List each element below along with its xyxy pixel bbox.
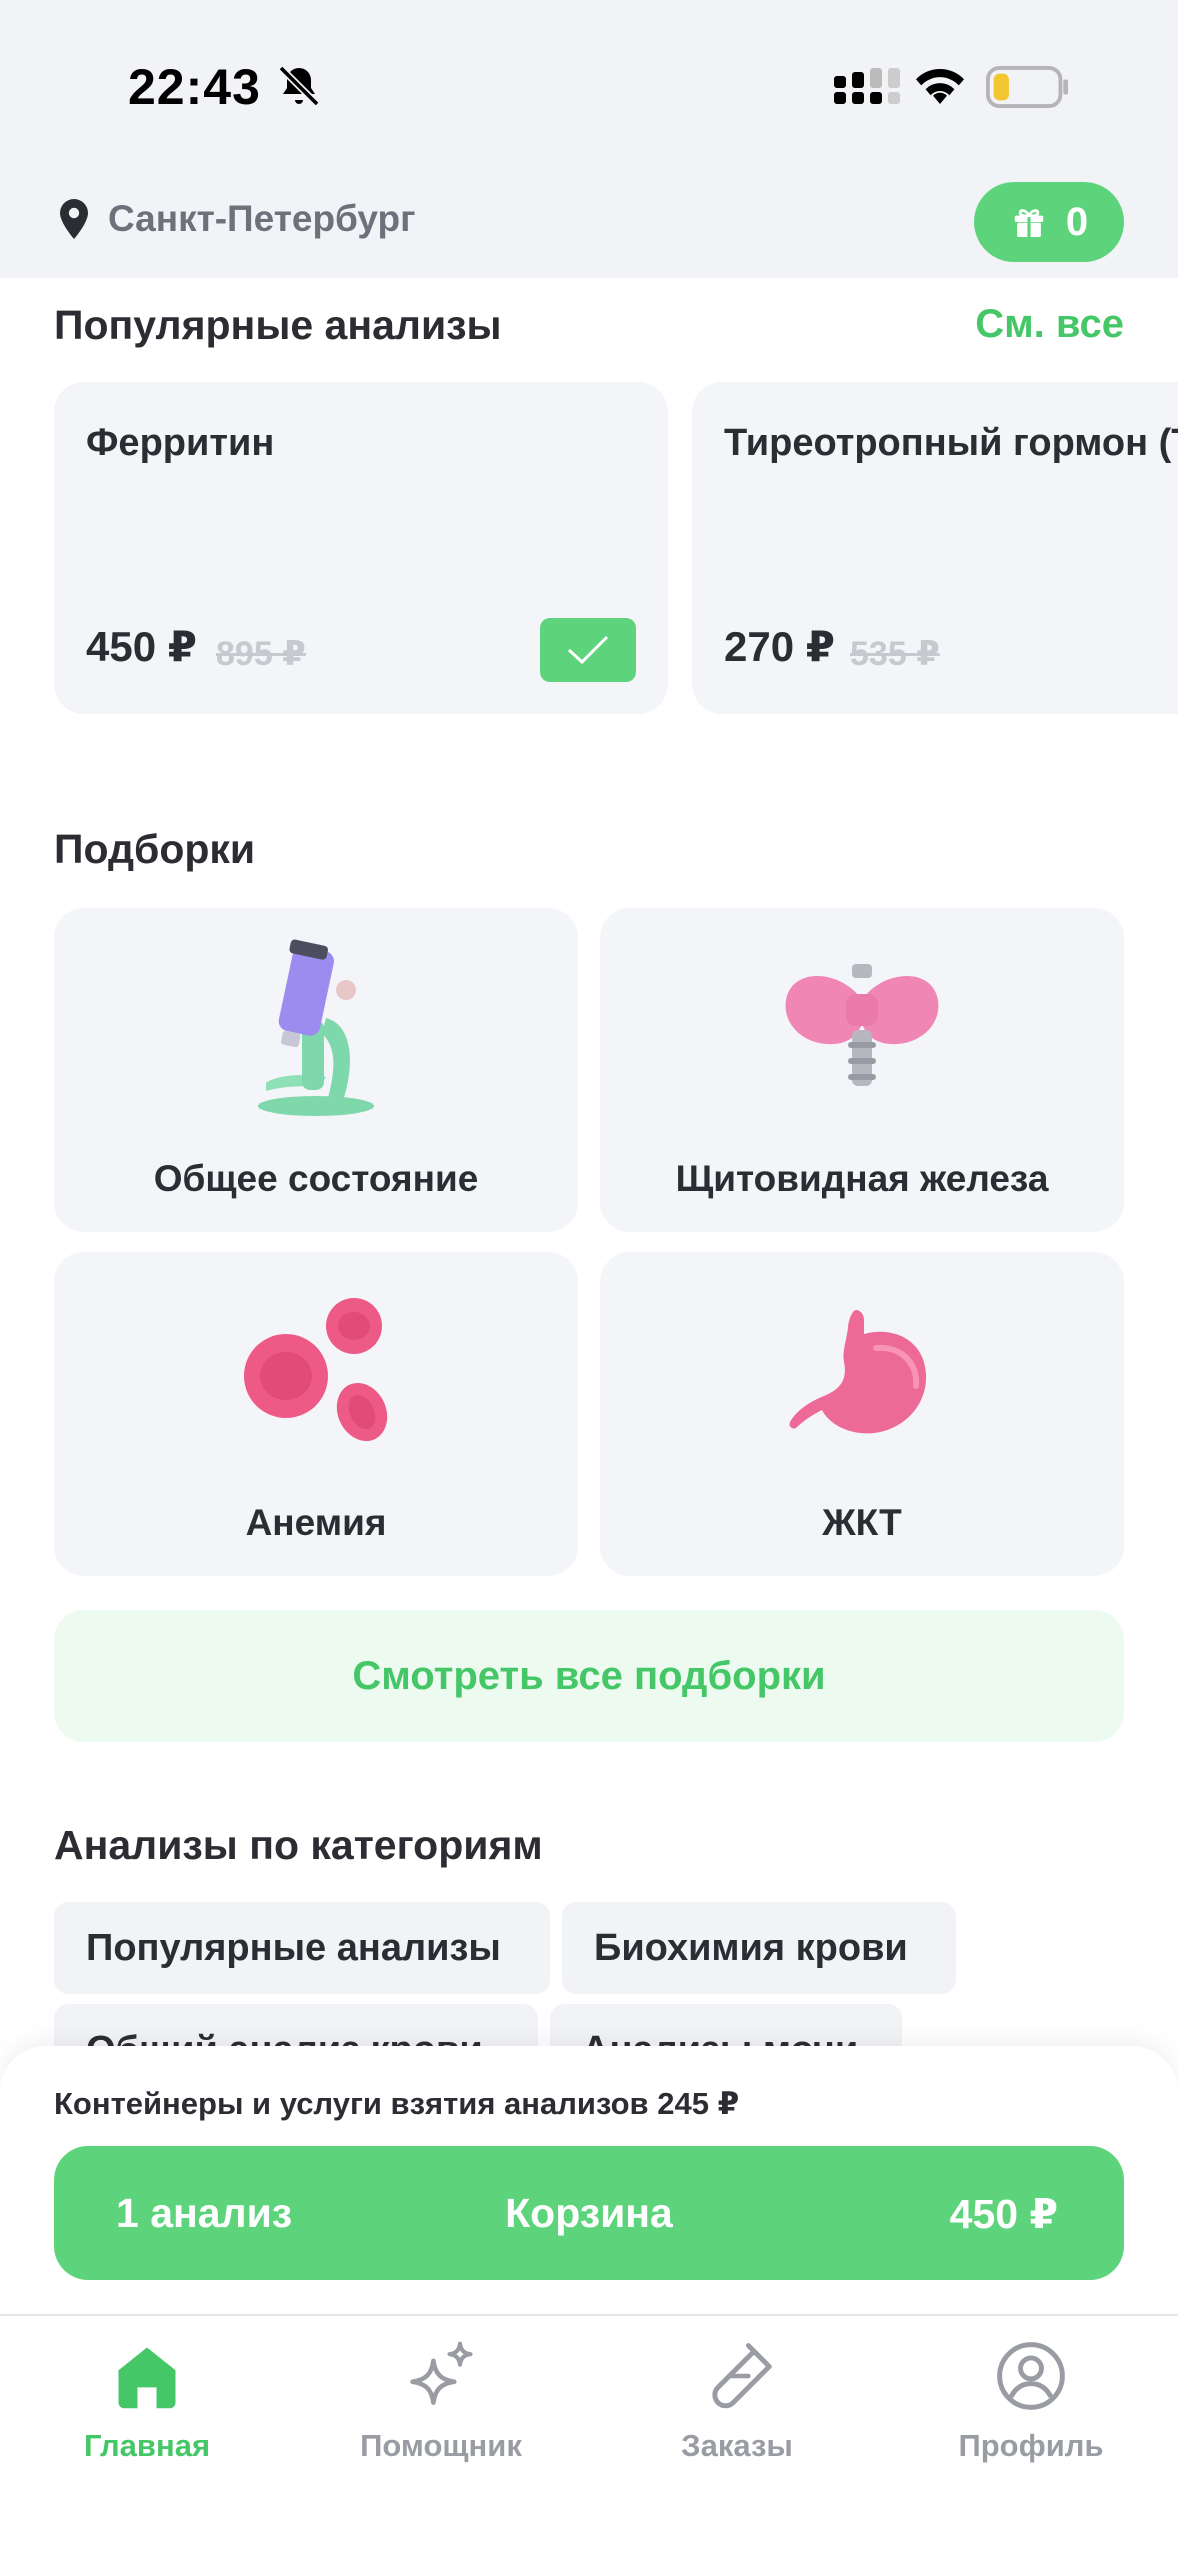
test-card[interactable]: Тиреотропный гормон (ТТГ) 270 ₽ 535 ₽: [692, 382, 1178, 714]
bottom-navigation: Главная Помощник Заказы Профиль: [0, 2314, 1178, 2560]
tab-assistant[interactable]: Помощник: [326, 2338, 556, 2464]
collection-card-general[interactable]: Общее состояние: [54, 908, 578, 1232]
tab-label: Заказы: [681, 2428, 793, 2463]
stomach-icon: [789, 1310, 927, 1434]
signal-icon: [834, 68, 900, 104]
location-pin-icon: [60, 199, 88, 239]
home-icon: [118, 2347, 176, 2409]
popular-section-title: Популярные анализы: [54, 302, 502, 348]
collection-card-anemia[interactable]: Анемия: [54, 1252, 578, 1576]
gift-icon: [1014, 209, 1044, 238]
app-screen: 22:43 Санкт-Петербург 0 Популярные анали…: [0, 0, 1178, 2560]
categories-section-title: Анализы по категориям: [54, 1822, 543, 1868]
thyroid-icon: [785, 964, 939, 1086]
collection-card-thyroid[interactable]: Щитовидная железа: [600, 908, 1124, 1232]
collection-label: Общее состояние: [153, 1158, 479, 1199]
view-all-collections-button[interactable]: Смотреть все подборки: [54, 1610, 1124, 1742]
test-price: 450 ₽: [86, 623, 197, 670]
test-name: Ферритин: [86, 422, 275, 464]
collection-label: Анемия: [245, 1502, 387, 1543]
location-selector[interactable]: Санкт-Петербург: [58, 198, 416, 240]
tab-orders[interactable]: Заказы: [622, 2338, 852, 2464]
blood-cells-icon: [244, 1298, 388, 1442]
city-label: Санкт-Петербург: [108, 198, 416, 239]
checkmark-icon: [567, 635, 609, 665]
collections-section-title: Подборки: [54, 826, 256, 872]
collection-label: Щитовидная железа: [675, 1158, 1049, 1199]
wifi-icon: [916, 68, 964, 104]
test-name: Тиреотропный гормон (ТТГ): [724, 422, 1178, 464]
collection-card-gi[interactable]: ЖКТ: [600, 1252, 1124, 1576]
bell-off-icon: [278, 65, 320, 107]
cart-button[interactable]: 1 анализ Корзина 450 ₽: [54, 2146, 1124, 2280]
test-old-price: 535 ₽: [850, 635, 940, 673]
tab-label: Помощник: [360, 2428, 522, 2463]
see-all-link[interactable]: См. все: [975, 302, 1124, 347]
test-price: 270 ₽: [724, 623, 835, 670]
microscope-icon: [258, 939, 374, 1116]
test-tube-icon: [712, 2343, 772, 2409]
cart-panel: Контейнеры и услуги взятия анализов 245 …: [0, 2046, 1178, 2316]
status-time: 22:43: [128, 59, 261, 115]
tab-profile[interactable]: Профиль: [916, 2338, 1146, 2464]
bonus-count: 0: [1065, 199, 1089, 244]
cart-fee-text: Контейнеры и услуги взятия анализов 245 …: [54, 2086, 740, 2121]
sparkle-icon: [410, 2341, 473, 2405]
bonus-button[interactable]: 0: [974, 182, 1124, 262]
test-old-price: 895 ₽: [216, 635, 306, 673]
category-chip[interactable]: Популярные анализы: [54, 1902, 550, 1994]
in-cart-button[interactable]: [540, 618, 636, 682]
category-chip[interactable]: Биохимия крови: [562, 1902, 956, 1994]
cart-total: 450 ₽: [949, 2191, 1058, 2237]
tab-home[interactable]: Главная: [32, 2338, 262, 2464]
tab-label: Профиль: [958, 2428, 1104, 2463]
tab-label: Главная: [83, 2428, 211, 2463]
profile-icon: [997, 2342, 1065, 2410]
test-card[interactable]: Ферритин 450 ₽ 895 ₽: [54, 382, 668, 714]
battery-icon: [986, 66, 1069, 108]
header: 22:43 Санкт-Петербург 0: [0, 0, 1178, 278]
collection-label: ЖКТ: [822, 1502, 902, 1543]
